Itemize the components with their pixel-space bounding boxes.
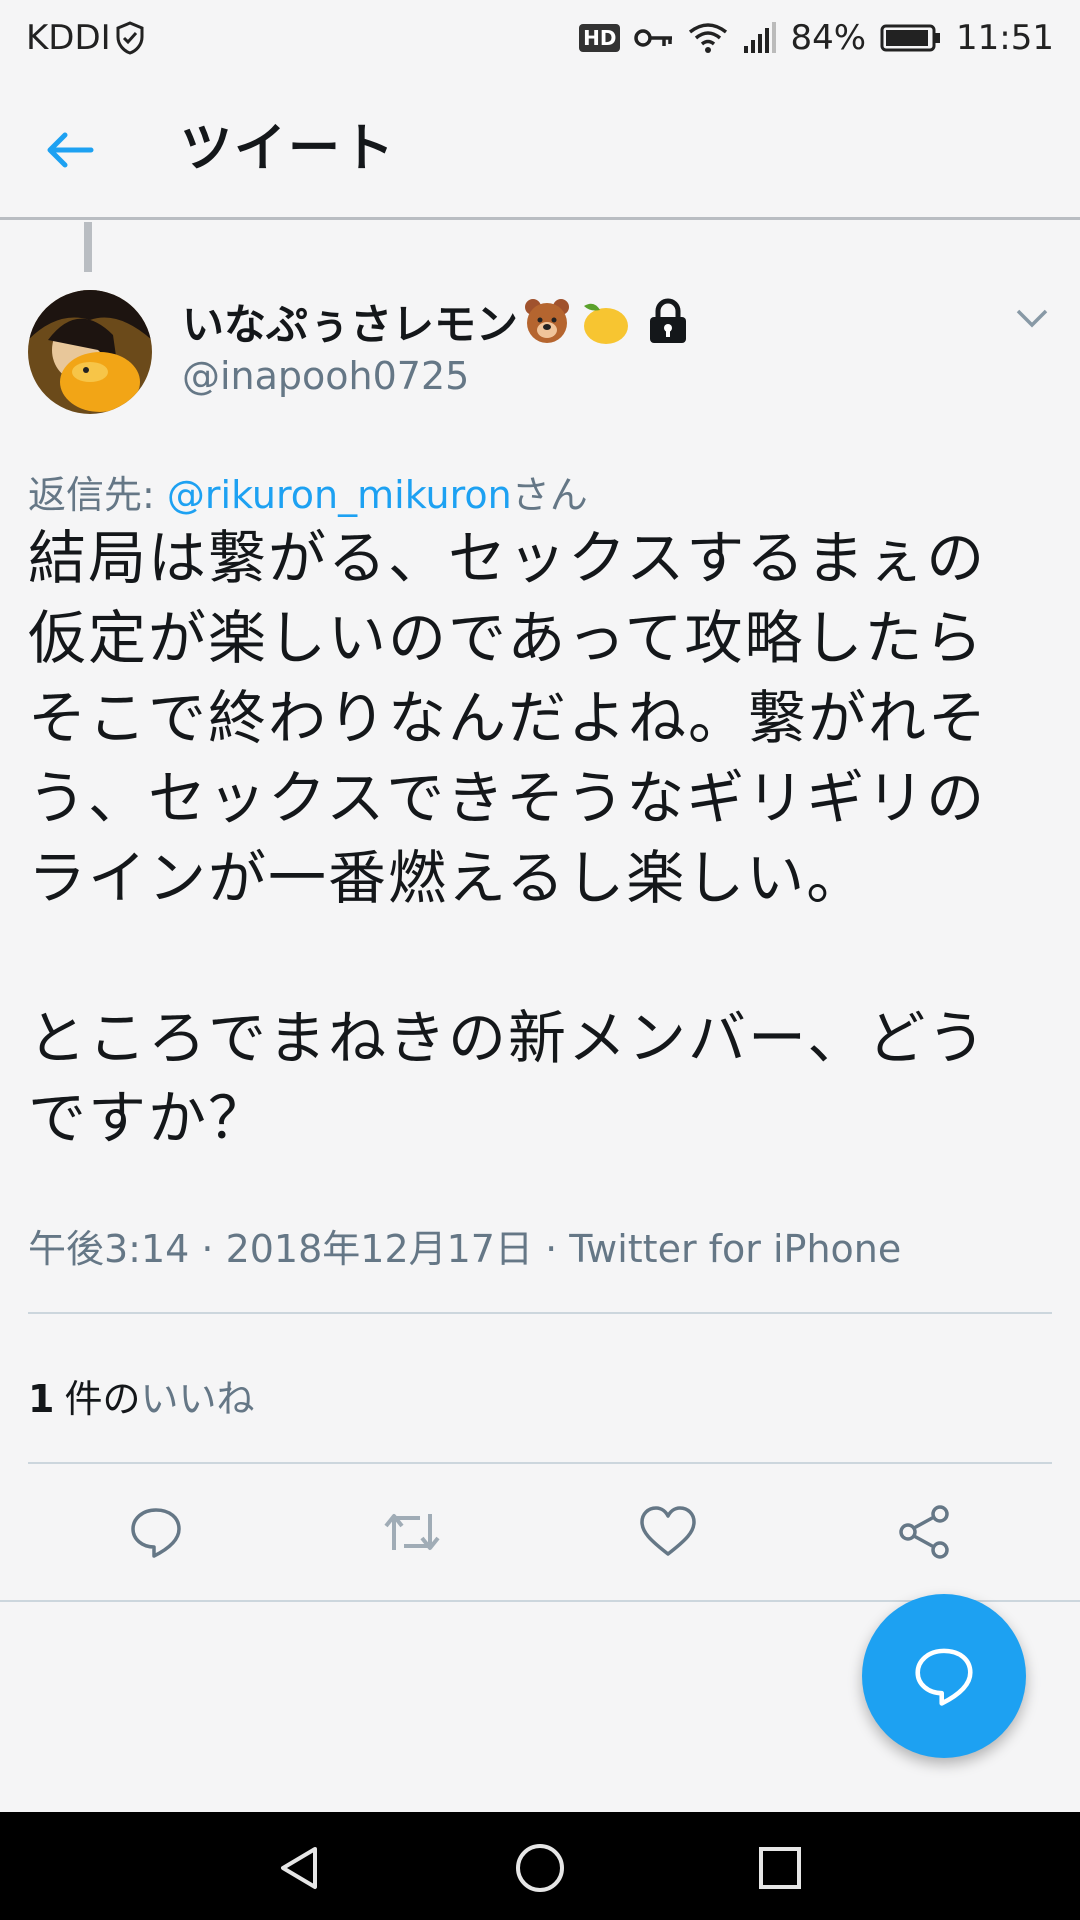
- retweet-button[interactable]: [376, 1496, 448, 1568]
- reply-mention-link[interactable]: @rikuron_mikuron: [167, 473, 512, 517]
- back-button[interactable]: [40, 120, 100, 180]
- thread-connector-line: [84, 222, 92, 272]
- carrier-label: KDDI: [26, 18, 111, 58]
- triangle-back-icon: [281, 1847, 317, 1889]
- reply-to-line: 返信先: @rikuron_mikuronさん: [28, 464, 588, 519]
- share-button[interactable]: [888, 1496, 960, 1568]
- tweet-detail-screen: KDDI HD 84% 11:51 ツイート いなぷぅさレモン @inapooh…: [0, 0, 1080, 1920]
- display-name-text: いなぷぅさレモン: [182, 299, 519, 349]
- signal-icon: [742, 22, 777, 54]
- retweet-icon: [384, 1514, 440, 1550]
- nav-recents-button[interactable]: [752, 1840, 808, 1896]
- clock: 11:51: [956, 18, 1054, 58]
- page-title: ツイート: [180, 119, 397, 179]
- wifi-icon: [688, 22, 728, 54]
- lemon-icon: [576, 296, 630, 346]
- status-bar: KDDI HD 84% 11:51: [0, 0, 1080, 76]
- tweet-text: 結局は繋がる、セックスするまぇの 仮定が楽しいのであって攻略したら そこで終わり…: [28, 518, 1058, 1158]
- system-nav-bar: [0, 1812, 1080, 1920]
- battery-percent: 84%: [790, 18, 867, 58]
- circle-home-icon: [516, 1844, 564, 1892]
- divider: [28, 1462, 1052, 1464]
- shield-check-icon: [115, 21, 145, 55]
- display-name[interactable]: いなぷぅさレモン: [182, 292, 690, 350]
- likes-row[interactable]: 1 件のいいね: [28, 1368, 254, 1423]
- battery-icon: [880, 23, 942, 53]
- reply-icon: [131, 1508, 181, 1558]
- tweet-actions: [0, 1496, 1080, 1568]
- reply-icon: [915, 1648, 973, 1706]
- arrow-left-icon: [47, 132, 94, 168]
- bear-face-icon: [522, 296, 572, 346]
- vpn-key-icon: [634, 26, 674, 50]
- likes-label-prefix: 件の: [64, 1377, 141, 1421]
- nav-home-button[interactable]: [512, 1840, 568, 1896]
- like-button[interactable]: [632, 1496, 704, 1568]
- nav-back-button[interactable]: [272, 1840, 328, 1896]
- reply-to-suffix: さん: [511, 473, 588, 517]
- tweet-paragraph-1: 結局は繋がる、セックスするまぇの 仮定が楽しいのであって攻略したら そこで終わり…: [28, 524, 989, 912]
- app-header: ツイート: [0, 76, 1080, 220]
- user-handle[interactable]: @inapooh0725: [182, 354, 469, 398]
- reply-button[interactable]: [120, 1496, 192, 1568]
- tweet-paragraph-2: ところでまねきの新メンバー、どう ですか？: [28, 1004, 988, 1152]
- divider: [28, 1312, 1052, 1314]
- reply-to-prefix: 返信先:: [28, 473, 167, 517]
- likes-label: いいね: [140, 1377, 255, 1421]
- avatar[interactable]: [28, 290, 152, 414]
- heart-icon: [640, 1506, 696, 1556]
- share-icon: [899, 1505, 949, 1559]
- lock-icon: [646, 298, 690, 344]
- likes-count: 1: [28, 1377, 55, 1421]
- chevron-down-icon[interactable]: [1010, 298, 1054, 338]
- tweet-timestamp-source: 午後3:14 · 2018年12月17日 · Twitter for iPhon…: [28, 1227, 902, 1271]
- hd-badge: HD: [579, 24, 621, 52]
- compose-reply-fab[interactable]: [862, 1594, 1026, 1758]
- square-recents-icon: [759, 1847, 801, 1889]
